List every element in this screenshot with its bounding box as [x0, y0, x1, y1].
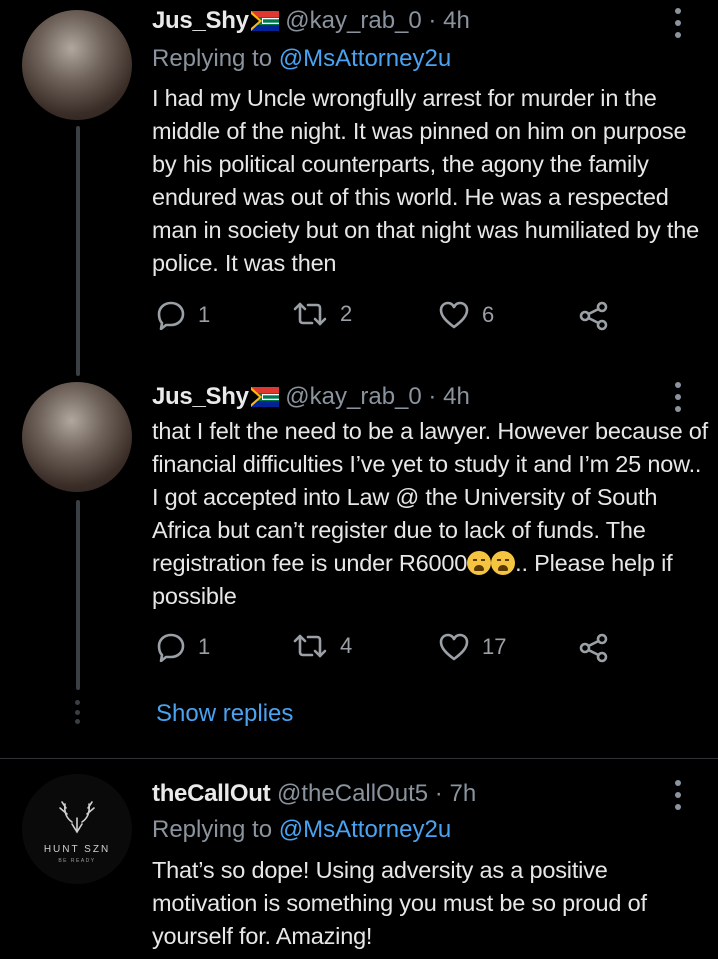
- reply-icon: [157, 633, 185, 662]
- weary-face-emoji: [491, 551, 516, 575]
- retweet-count: 2: [340, 301, 353, 326]
- tweet-text: that I felt the need to be a lawyer. How…: [152, 415, 712, 613]
- thread-line: [76, 126, 80, 376]
- share-button[interactable]: [578, 300, 610, 332]
- retweet-icon: [293, 634, 327, 658]
- tweet-text: That’s so dope! Using adversity as a pos…: [152, 857, 647, 949]
- timestamp[interactable]: 7h: [449, 780, 476, 807]
- reply-count: 1: [198, 302, 211, 327]
- reply-button[interactable]: 1: [156, 300, 210, 330]
- tweet-actions: 1 2 6: [152, 300, 622, 340]
- more-vertical-icon[interactable]: [672, 780, 684, 810]
- avatar[interactable]: [22, 10, 132, 120]
- display-name[interactable]: Jus_Shy: [152, 7, 249, 34]
- tweet-actions: 1 4 17: [152, 632, 622, 672]
- tweet-header: Jus_Shy @kay_rab_0 · 4h: [152, 382, 470, 415]
- avatar-logo-subtext: BE READY: [58, 858, 95, 864]
- replying-to-label: Replying to: [152, 45, 279, 72]
- weary-face-emoji: [467, 551, 492, 575]
- share-icon: [579, 301, 608, 331]
- retweet-icon: [293, 302, 327, 326]
- retweet-button[interactable]: 4: [292, 632, 352, 660]
- south-africa-flag-icon: [250, 9, 279, 39]
- avatar-logo-text: HUNT SZN: [44, 844, 110, 855]
- separator-dot: ·: [434, 780, 443, 807]
- tweet-header: theCallOut @theCallOut5 · 7h: [152, 779, 476, 809]
- more-vertical-icon[interactable]: [672, 382, 684, 412]
- replying-to: Replying to @MsAttorney2u: [152, 815, 451, 845]
- reply-count: 1: [198, 634, 211, 659]
- reply-icon: [157, 301, 185, 330]
- like-count: 17: [482, 634, 507, 659]
- separator-dot: ·: [428, 383, 437, 410]
- retweet-button[interactable]: 2: [292, 300, 352, 328]
- replying-to-label: Replying to: [152, 816, 279, 843]
- like-button[interactable]: 17: [438, 632, 506, 662]
- heart-icon: [439, 633, 469, 661]
- mention-link[interactable]: @MsAttorney2u: [279, 816, 451, 843]
- avatar[interactable]: HUNT SZN BE READY: [22, 774, 132, 884]
- mention-link[interactable]: @MsAttorney2u: [279, 45, 451, 72]
- more-vertical-icon[interactable]: [672, 8, 684, 38]
- deer-antlers-logo-icon: HUNT SZN BE READY: [44, 801, 110, 864]
- display-name[interactable]: Jus_Shy: [152, 383, 249, 410]
- south-africa-flag-icon: [250, 385, 279, 415]
- divider: [0, 758, 718, 759]
- avatar[interactable]: [22, 382, 132, 492]
- reply-button[interactable]: 1: [156, 632, 210, 662]
- show-replies-link[interactable]: Show replies: [156, 699, 293, 729]
- handle[interactable]: @theCallOut5: [277, 780, 428, 807]
- timestamp[interactable]: 4h: [443, 7, 470, 34]
- tweet-text: I had my Uncle wrongfully arrest for mur…: [152, 85, 699, 276]
- like-count: 6: [482, 302, 495, 327]
- display-name[interactable]: theCallOut: [152, 780, 271, 807]
- handle[interactable]: @kay_rab_0: [285, 383, 421, 410]
- replying-to: Replying to @MsAttorney2u: [152, 44, 451, 74]
- share-button[interactable]: [578, 632, 610, 664]
- separator-dot: ·: [428, 7, 437, 34]
- tweet-header: Jus_Shy @kay_rab_0 · 4h: [152, 6, 470, 39]
- like-button[interactable]: 6: [438, 300, 494, 330]
- thread-gap-dots: [75, 700, 81, 724]
- retweet-count: 4: [340, 633, 353, 658]
- timestamp[interactable]: 4h: [443, 383, 470, 410]
- thread-line: [76, 500, 80, 690]
- share-icon: [579, 633, 608, 663]
- handle[interactable]: @kay_rab_0: [285, 7, 421, 34]
- heart-icon: [439, 301, 469, 329]
